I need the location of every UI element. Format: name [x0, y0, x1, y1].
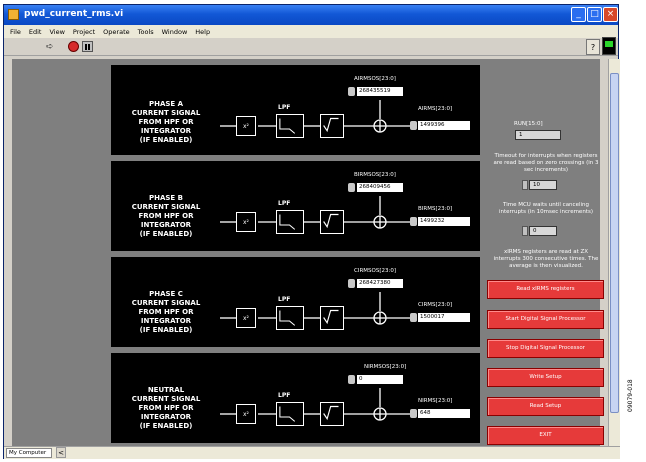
phase-a-offset-reg-label: AIRMSOS[23:0] — [354, 76, 396, 82]
title-bar: pwd_current_rms.vi _ □ × — [4, 5, 618, 25]
neutral-block: NEUTRAL CURRENT SIGNAL FROM HPF OR INTEG… — [111, 353, 480, 443]
read-setup-button[interactable]: Read Setup — [487, 397, 604, 416]
start-dsp-button[interactable]: Start Digital Signal Processor — [487, 310, 604, 329]
neutral-out-indicator — [410, 409, 417, 418]
pause-icon[interactable] — [82, 41, 93, 52]
neutral-offset-reg-label: NIRMSOS[23:0] — [364, 364, 407, 370]
labview-window: pwd_current_rms.vi _ □ × File Edit View … — [3, 4, 620, 459]
phase-c-multiplier-box: x² — [236, 308, 256, 328]
close-button[interactable]: × — [603, 7, 618, 22]
wait-label: Time MCU waits until canceling interrupt… — [499, 202, 593, 215]
phase-c-block: PHASE C CURRENT SIGNAL FROM HPF OR INTEG… — [111, 257, 480, 347]
phase-a-offset-field[interactable]: 268435519 — [357, 87, 403, 96]
phase-c-lpf-box — [276, 306, 304, 330]
phase-a-out-field: 1499396 — [418, 121, 470, 130]
abort-icon[interactable] — [68, 41, 79, 52]
svg-text:x²: x² — [243, 123, 249, 130]
phase-c-label: PHASE C CURRENT SIGNAL FROM HPF OR INTEG… — [131, 290, 201, 334]
stop-dsp-button[interactable]: Stop Digital Signal Processor — [487, 339, 604, 358]
neutral-lpf-label: LPF — [278, 392, 291, 399]
phase-b-out-field: 1499232 — [418, 217, 470, 226]
neutral-label: NEUTRAL CURRENT SIGNAL FROM HPF OR INTEG… — [131, 386, 201, 430]
horizontal-scrollbar[interactable]: My Computer < — [4, 446, 620, 459]
svg-text:x²: x² — [243, 411, 249, 418]
phase-c-out-reg-label: CIRMS[23:0] — [418, 302, 453, 308]
neutral-offset-field[interactable]: 0 — [357, 375, 403, 384]
run-field[interactable]: 1 — [515, 130, 561, 140]
phase-c-offset-reg-label: CIRMSOS[23:0] — [354, 268, 396, 274]
menu-view[interactable]: View — [49, 28, 64, 36]
phase-c-sqrt-box — [320, 306, 344, 330]
neutral-sqrt-box — [320, 402, 344, 426]
neutral-lpf-box — [276, 402, 304, 426]
neutral-offset-spinner[interactable] — [348, 375, 355, 384]
phase-a-multiplier-box: x² — [236, 116, 256, 136]
vi-file-icon — [8, 9, 19, 20]
phase-a-lpf-label: LPF — [278, 104, 291, 111]
vertical-scrollbar[interactable] — [608, 59, 620, 446]
phase-a-label: PHASE A CURRENT SIGNAL FROM HPF OR INTEG… — [131, 100, 201, 144]
wait-spinner[interactable] — [522, 226, 528, 236]
menu-bar: File Edit View Project Operate Tools Win… — [4, 25, 618, 38]
phase-b-out-reg-label: BIRMS[23:0] — [418, 206, 453, 212]
menu-project[interactable]: Project — [73, 28, 95, 36]
svg-text:x²: x² — [243, 219, 249, 226]
menu-help[interactable]: Help — [195, 28, 210, 36]
context-help-icon[interactable]: ? — [586, 39, 600, 55]
menu-operate[interactable]: Operate — [103, 28, 129, 36]
phase-b-offset-reg-label: BIRMSOS[23:0] — [354, 172, 396, 178]
phase-b-label: PHASE B CURRENT SIGNAL FROM HPF OR INTEG… — [131, 194, 201, 238]
read-xirms-button[interactable]: Read xIRMS registers — [487, 280, 604, 299]
phase-a-lpf-box — [276, 114, 304, 138]
exit-button[interactable]: EXIT — [487, 426, 604, 445]
phase-a-out-indicator — [410, 121, 417, 130]
maximize-button[interactable]: □ — [587, 7, 602, 22]
menu-window[interactable]: Window — [162, 28, 188, 36]
neutral-out-reg-label: NIRMS[23:0] — [418, 398, 453, 404]
toolbar: ➪ ? — [4, 37, 618, 56]
neutral-multiplier-box: x² — [236, 404, 256, 424]
menu-edit[interactable]: Edit — [29, 28, 42, 36]
phase-a-sqrt-box — [320, 114, 344, 138]
phase-b-offset-spinner[interactable] — [348, 183, 355, 192]
figure-id: 09079-018 — [627, 379, 634, 412]
phase-c-offset-field[interactable]: 268427380 — [357, 279, 403, 288]
xirms-note: xIRMS registers are read at ZX interrupt… — [493, 249, 599, 269]
phase-c-out-indicator — [410, 313, 417, 322]
phase-c-offset-spinner[interactable] — [348, 279, 355, 288]
wait-field[interactable]: 0 — [529, 226, 557, 236]
menu-file[interactable]: File — [10, 28, 21, 36]
timeout-field[interactable]: 10 — [529, 180, 557, 190]
minimize-button[interactable]: _ — [571, 7, 586, 22]
run-arrow-icon[interactable]: ➪ — [46, 42, 56, 52]
timeout-spinner[interactable] — [522, 180, 528, 190]
phase-c-out-field: 1500017 — [418, 313, 470, 322]
phase-b-sqrt-box — [320, 210, 344, 234]
phase-a-offset-spinner[interactable] — [348, 87, 355, 96]
phase-b-lpf-box — [276, 210, 304, 234]
write-setup-button[interactable]: Write Setup — [487, 368, 604, 387]
menu-tools[interactable]: Tools — [138, 28, 154, 36]
neutral-out-field: 648 — [418, 409, 470, 418]
svg-text:x²: x² — [243, 315, 249, 322]
phase-a-out-reg-label: AIRMS[23:0] — [418, 106, 453, 112]
status-computer-cell: My Computer — [6, 448, 52, 458]
phase-c-lpf-label: LPF — [278, 296, 291, 303]
run-label: RUN[15:0] — [514, 121, 543, 127]
scroll-left-button[interactable]: < — [56, 447, 66, 458]
phase-b-block: PHASE B CURRENT SIGNAL FROM HPF OR INTEG… — [111, 161, 480, 251]
phase-b-multiplier-box: x² — [236, 212, 256, 232]
timeout-label: Timeout for interrupts when registers ar… — [493, 153, 599, 173]
front-panel: PHASE A CURRENT SIGNAL FROM HPF OR INTEG… — [12, 59, 604, 446]
vi-icon — [602, 37, 616, 55]
phase-b-offset-field[interactable]: 268409456 — [357, 183, 403, 192]
phase-b-lpf-label: LPF — [278, 200, 291, 207]
phase-b-out-indicator — [410, 217, 417, 226]
phase-a-block: PHASE A CURRENT SIGNAL FROM HPF OR INTEG… — [111, 65, 480, 155]
vertical-scroll-thumb[interactable] — [610, 73, 619, 413]
window-title: pwd_current_rms.vi — [24, 9, 124, 19]
